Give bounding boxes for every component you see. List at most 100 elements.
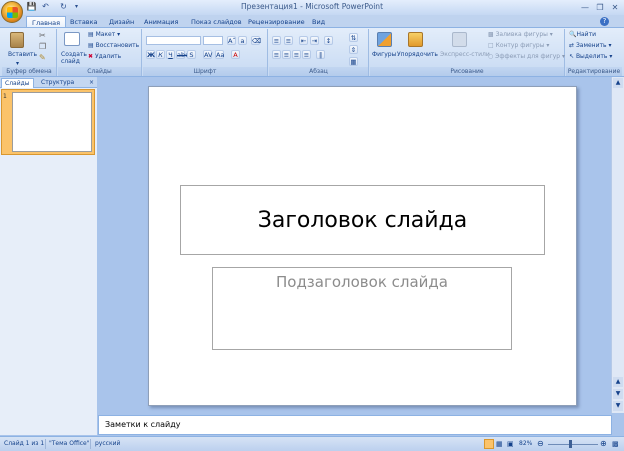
columns-icon[interactable]: ∥ xyxy=(316,50,325,59)
bullets-icon[interactable]: ≡ xyxy=(272,36,281,45)
replace-button[interactable]: ⇄ Заменить ▾ xyxy=(569,42,611,50)
new-slide-button[interactable]: Создать слайд xyxy=(61,51,87,65)
slide-sorter-icon[interactable]: ▦ xyxy=(496,439,503,449)
zoom-in-icon[interactable]: ⊕ xyxy=(600,439,607,449)
paragraph-group: ≡ ≡ ⇤ ⇥ ↕ ⇅ ≡ ≡ ≡ ≡ ∥ ⇕ ▦ Абзац xyxy=(269,29,369,76)
change-case-icon[interactable]: Aa xyxy=(215,50,224,59)
normal-view-icon[interactable] xyxy=(484,439,494,449)
zoom-slider-thumb[interactable] xyxy=(569,440,572,448)
minimize-icon[interactable]: — xyxy=(579,3,591,12)
title-placeholder[interactable]: Заголовок слайда xyxy=(180,185,545,255)
align-right-icon[interactable]: ≡ xyxy=(292,50,301,59)
numbering-icon[interactable]: ≡ xyxy=(284,36,293,45)
zoom-slider[interactable] xyxy=(548,444,598,445)
fill-icon: ▩ xyxy=(488,31,496,38)
align-left-icon[interactable]: ≡ xyxy=(272,50,281,59)
tab-slides-panel[interactable]: Слайды xyxy=(1,78,34,88)
tab-outline-panel[interactable]: Структура xyxy=(38,78,77,88)
reset-button[interactable]: ▤ Восстановить xyxy=(88,42,139,50)
arrange-icon[interactable] xyxy=(408,32,423,47)
select-button[interactable]: ↖ Выделить ▾ xyxy=(569,53,612,61)
copy-icon[interactable]: ❐ xyxy=(39,43,46,51)
delete-slide-button[interactable]: ✖ Удалить xyxy=(88,53,121,61)
restore-icon[interactable]: ❐ xyxy=(594,3,606,12)
editing-label: Редактирование xyxy=(566,67,622,76)
italic-icon[interactable]: К xyxy=(156,50,165,59)
align-center-icon[interactable]: ≡ xyxy=(282,50,291,59)
find-button[interactable]: 🔍Найти xyxy=(569,31,596,39)
reset-label: Восстановить xyxy=(95,42,140,49)
status-separator xyxy=(90,439,91,449)
vertical-scrollbar[interactable]: ▲ ▲ ▼ ▼ xyxy=(611,77,624,413)
quick-styles-button[interactable]: Экспресс-стили xyxy=(440,51,490,59)
office-button[interactable] xyxy=(1,1,23,23)
editing-group: 🔍Найти ⇄ Заменить ▾ ↖ Выделить ▾ Редакти… xyxy=(566,29,622,76)
fill-label: Заливка фигуры xyxy=(495,31,548,38)
char-spacing-icon[interactable]: AV xyxy=(203,50,212,59)
slideshow-icon[interactable]: ▣ xyxy=(507,439,514,449)
close-panel-icon[interactable]: × xyxy=(86,78,97,88)
font-size-select[interactable] xyxy=(203,36,223,45)
arrange-button[interactable]: Упорядочить xyxy=(397,51,438,59)
layout-label: Макет xyxy=(95,31,116,38)
text-direction-icon[interactable]: ⇅ xyxy=(349,33,358,42)
format-painter-icon[interactable]: ✎ xyxy=(39,54,46,62)
shape-fill-button[interactable]: ▩ Заливка фигуры ▾ xyxy=(488,31,553,39)
font-group: Aˆ a ⌫ Ж К Ч abc S AV Aa A Шрифт xyxy=(143,29,268,76)
clear-formatting-icon[interactable]: ⌫ xyxy=(251,36,261,45)
close-icon[interactable]: ✕ xyxy=(609,3,621,12)
prev-slide-icon[interactable]: ▲ xyxy=(613,377,623,387)
align-text-icon[interactable]: ⇕ xyxy=(349,45,358,54)
paragraph-label: Абзац xyxy=(269,67,368,76)
shape-effects-button[interactable]: ○ Эффекты для фигур ▾ xyxy=(488,53,565,61)
shadow-icon[interactable]: S xyxy=(187,50,196,59)
next-slide-icon[interactable]: ▼ xyxy=(613,389,623,399)
underline-icon[interactable]: Ч xyxy=(166,50,175,59)
slide-thumbnail-number: 1 xyxy=(3,93,7,100)
scroll-down-icon[interactable]: ▼ xyxy=(613,401,623,411)
zoom-level[interactable]: 82% xyxy=(519,439,532,449)
zoom-out-icon[interactable]: ⊖ xyxy=(537,439,544,449)
theme-name[interactable]: "Тема Office" xyxy=(49,439,90,449)
layout-button[interactable]: ▤ Макет ▾ xyxy=(88,31,120,39)
shrink-font-icon[interactable]: a xyxy=(238,36,247,45)
cut-icon[interactable]: ✂ xyxy=(39,32,46,40)
line-spacing-icon[interactable]: ↕ xyxy=(324,36,333,45)
grow-font-icon[interactable]: Aˆ xyxy=(227,36,236,45)
outline-label: Контур фигуры xyxy=(495,42,545,49)
scroll-up-icon[interactable]: ▲ xyxy=(613,78,623,88)
ribbon: Вставить ▾ ✂ ❐ ✎ Буфер обмена Создать сл… xyxy=(0,27,624,77)
paste-button[interactable]: Вставить xyxy=(8,51,37,59)
shapes-button[interactable]: Фигуры xyxy=(372,51,396,59)
bold-icon[interactable]: Ж xyxy=(146,50,155,59)
justify-icon[interactable]: ≡ xyxy=(302,50,311,59)
font-name-select[interactable] xyxy=(146,36,201,45)
notes-pane[interactable]: Заметки к слайду xyxy=(98,415,612,435)
office-logo-icon xyxy=(7,7,18,18)
increase-indent-icon[interactable]: ⇥ xyxy=(310,36,319,45)
fit-to-window-icon[interactable]: ▩ xyxy=(612,439,619,449)
smartart-icon[interactable]: ▦ xyxy=(349,57,358,66)
status-separator xyxy=(45,439,46,449)
delete-label: Удалить xyxy=(94,53,122,60)
strikethrough-icon[interactable]: abc xyxy=(176,50,189,59)
select-icon: ↖ xyxy=(569,53,576,60)
delete-icon: ✖ xyxy=(88,53,95,60)
outline-icon: □ xyxy=(488,42,496,49)
slide-thumbnail[interactable] xyxy=(12,92,92,152)
font-color-icon[interactable]: A xyxy=(231,50,240,59)
reset-icon: ▤ xyxy=(88,42,96,49)
subtitle-placeholder[interactable]: Подзаголовок слайда xyxy=(212,267,512,350)
quick-styles-icon[interactable] xyxy=(452,32,467,47)
font-label: Шрифт xyxy=(143,67,267,76)
shapes-icon[interactable] xyxy=(377,32,392,47)
slides-label: Слайды xyxy=(58,67,141,76)
drawing-label: Рисование xyxy=(370,67,564,76)
shape-outline-button[interactable]: □ Контур фигуры ▾ xyxy=(488,42,549,50)
decrease-indent-icon[interactable]: ⇤ xyxy=(299,36,308,45)
language-indicator[interactable]: русский xyxy=(95,439,120,449)
paste-icon[interactable] xyxy=(10,32,24,48)
drawing-group: Фигуры Упорядочить Экспресс-стили ▩ Зали… xyxy=(370,29,565,76)
help-icon[interactable]: ? xyxy=(600,17,609,26)
new-slide-icon[interactable] xyxy=(64,32,80,46)
